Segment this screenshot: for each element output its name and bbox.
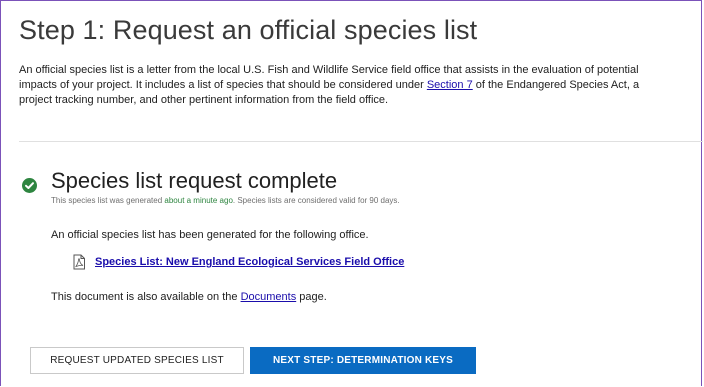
request-updated-list-button[interactable]: REQUEST UPDATED SPECIES LIST: [30, 347, 244, 374]
docs-text-1: This document is also available on the: [51, 291, 241, 303]
docs-text-2: page.: [296, 291, 327, 303]
status-sub-text-1: This species list was generated: [51, 196, 165, 205]
species-list-link[interactable]: Species List: New England Ecological Ser…: [95, 256, 404, 268]
status-subtitle: This species list was generated about a …: [51, 196, 400, 205]
step-panel: Step 1: Request an official species list…: [0, 0, 703, 386]
intro-paragraph: An official species list is a letter fro…: [19, 63, 669, 108]
generated-time: about a minute ago: [164, 196, 233, 205]
status-title: Species list request complete: [51, 168, 338, 193]
page-title: Step 1: Request an official species list: [19, 15, 478, 45]
generated-office-text: An official species list has been genera…: [51, 229, 369, 241]
status-sub-text-2: . Species lists are considered valid for…: [232, 196, 400, 205]
documents-link[interactable]: Documents: [241, 291, 297, 303]
documents-note: This document is also available on the D…: [51, 291, 327, 303]
next-step-button[interactable]: NEXT STEP: DETERMINATION KEYS: [250, 347, 476, 374]
section-divider: [19, 141, 703, 142]
pdf-file-icon: [71, 254, 87, 270]
section-7-link[interactable]: Section 7: [427, 79, 473, 91]
check-circle-icon: [22, 178, 37, 193]
